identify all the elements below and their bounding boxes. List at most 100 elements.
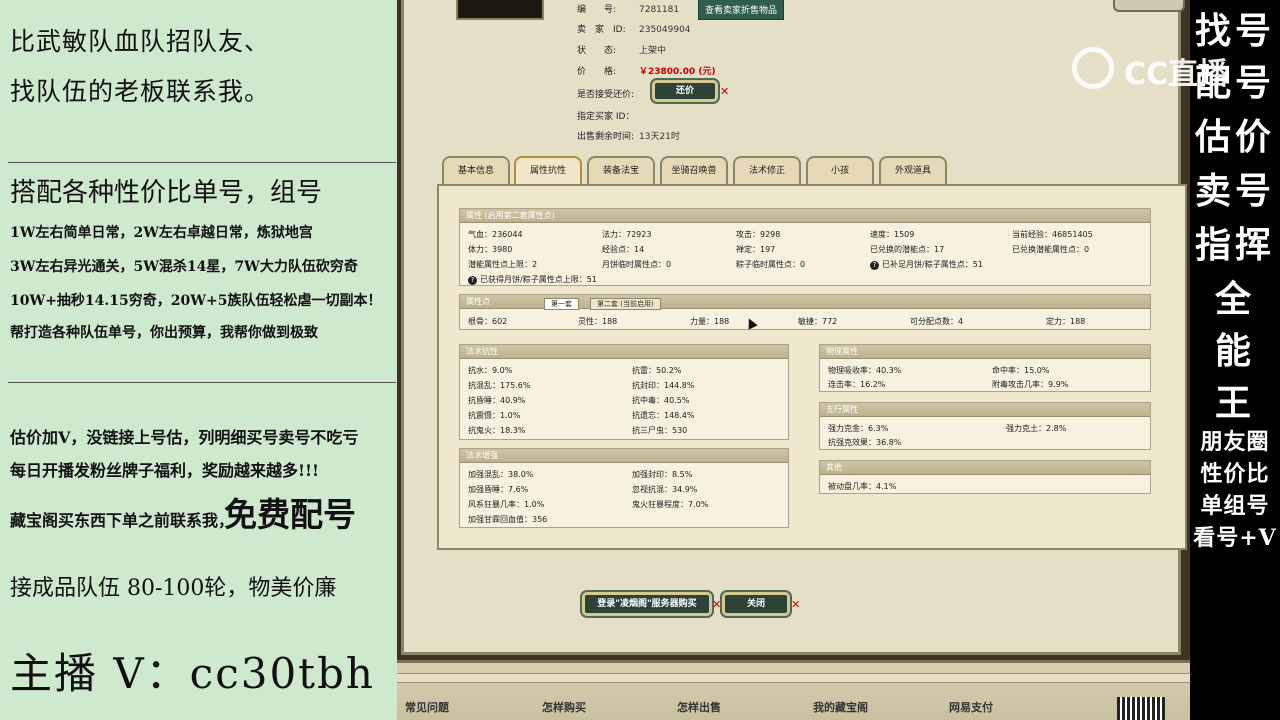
stat-cell: 攻击：9298 [736,230,781,239]
promo-line-6: 10W+抽秒14.15穷奇，20W+5族队伍轻松虐一切副本！ [10,293,382,309]
promo-line-7: 帮打造各种队伍单号，你出预算，我帮你做到极致 [10,325,318,341]
item-detail-frame: 编 号: 7281181 查看卖家折售物品 卖 家 ID: 235049904 状 … [401,0,1187,655]
promo-line-4: 1W左右简单日常，2W左右卓越日常，炼狱地宫 [10,225,313,241]
resist-cell: 抗中毒：40.5% [632,396,690,405]
promo-command: 指挥 [1194,224,1275,266]
stat-cell: 当前经验：46851405 [1012,230,1093,239]
panel-title: 其他 [820,461,1150,475]
promo-line-5: 3W左右异光通关，5W混杀14星，7W大力队伍砍穷奇 [10,259,358,275]
help-icon[interactable]: ? [870,261,879,270]
stat-cell: 速度：1509 [870,230,915,239]
physical-cell: 物理吸收率：40.3% [828,366,902,375]
point-cell: 定力：188 [1046,317,1086,326]
tab-basic-info[interactable]: 基本信息 [442,156,510,184]
promo-left-panel: 比武敏队血队招队友、 找队伍的老板联系我。 搭配各种性价比单号，组号 1W左右简… [0,0,397,720]
point-cell: 力量：188 [690,317,730,326]
resist-cell: 抗鬼火：18.3% [468,426,526,435]
panel-title: 属性 (启用第二套属性点) [460,209,1150,223]
promo-capable: 能 [1214,330,1255,372]
points-set-2-tab[interactable]: 第二套 (当前启用) [590,298,661,310]
tab-mounts-pets[interactable]: 坐骑召唤兽 [660,156,728,184]
physical-cell: 附毒攻击几率：9.9% [992,380,1069,389]
divider [8,382,396,383]
cc-live-logo: CC直播 [1072,45,1252,92]
resist-cell: 抗遗忘：148.4% [632,411,695,420]
tab-child[interactable]: 小孩 [806,156,874,184]
physical-cell: 连击率：16.2% [828,380,886,389]
close-x-icon: ✕ [712,598,722,611]
listing-status: 状 态: 上架中 [577,46,667,56]
point-cell: 可分配点数：4 [910,317,964,326]
resist-cell: 抗水：9.0% [468,366,513,375]
site-footer: 常见问题 怎样购买 怎样出售 我的藏宝阁 网易支付 [397,660,1190,720]
promo-line-10a: 藏宝阁买东西下单之前联系我， [10,511,235,530]
panel-title: 法术抗性 [460,345,788,359]
promo-single-group: 单组号 [1200,493,1270,519]
tab-attributes[interactable]: 属性抗性 [514,156,582,184]
promo-line-1: 比武敏队血队招队友、 [10,27,271,56]
tab-equipment[interactable]: 装备法宝 [587,156,655,184]
boost-cell: 加强混乱：38.0% [468,470,534,479]
streamer-contact: 主播 V：cc30tbh [10,649,375,698]
resist-cell: 抗雷：50.2% [632,366,682,375]
promo-king: 王 [1214,382,1255,424]
stat-cell: ? 已补足月饼/粽子属性点：51 [870,259,983,270]
promo-free-match: 免费配号 [224,495,356,534]
tab-appearance[interactable]: 外观道具 [879,156,947,184]
stat-cell: 月饼临时属性点：0 [602,260,672,269]
divider [8,162,396,163]
footer-divider [397,673,1190,683]
promo-view-account: 看号+V [1193,525,1277,551]
tab-spell-mods[interactable]: 法术修正 [733,156,801,184]
footer-netease-pay-link[interactable]: 网易支付 [949,699,993,715]
promo-all: 全 [1214,278,1255,320]
point-cell: 敏捷：772 [798,317,838,326]
spell-boost-panel: 法术增强 加强混乱：38.0% 加强封印：8.5% 加强昏睡：7.6% 忽视抗混… [459,448,789,528]
bargain-label: 是否接受还价: [577,90,635,100]
stat-cell: 体力：3980 [468,245,513,254]
footer-how-to-buy-link[interactable]: 怎样购买 [542,699,586,715]
promo-line-9: 每日开播发粉丝牌子福利，奖励越来越多!!! [10,461,320,480]
time-remaining: 出售剩余时间: 13天21时 [577,132,680,142]
boost-cell: 风系狂暴几率：1.0% [468,500,545,509]
boost-cell: 鬼火狂暴程度：7.0% [632,500,709,509]
footer-how-to-sell-link[interactable]: 怎样出售 [677,699,721,715]
five-elements-panel: 五行属性 强力克金：6.3% 强力克土：2.8% 抗强克效果：36.8% [819,402,1151,450]
points-set-1-tab[interactable]: 第一套 [544,298,579,310]
seller-id: 卖 家 ID: 235049904 [577,25,691,35]
cc-logo-icon [1072,47,1114,89]
resist-cell: 抗封印：144.8% [632,381,695,390]
promo-line-2: 找队伍的老板联系我。 [10,77,271,106]
help-icon[interactable]: ? [468,276,477,285]
boost-cell: 加强昏睡：7.6% [468,485,529,494]
promo-line-11: 接成品队伍 80-100轮，物美价廉 [10,576,337,601]
other-panel: 其他 被动盘几率：4.1% [819,460,1151,494]
resist-cell: 抗混乱：175.6% [468,381,531,390]
element-cell: 强力克土：2.8% [1006,424,1067,433]
close-x-icon: ✕ [791,598,801,611]
stat-cell: 法力：72923 [602,230,652,239]
close-button[interactable]: 关闭 [722,592,790,616]
next-page-button[interactable] [1113,0,1185,12]
qr-code-icon [1117,697,1165,720]
resist-cell: 抗昏睡：40.9% [468,396,526,405]
panel-title: 物理属性 [820,345,1150,359]
seller-items-button[interactable]: 查看卖家折售物品 [698,0,785,20]
panel-title: 五行属性 [820,403,1150,417]
attributes-content: 属性 (启用第二套属性点) 气血：236044 法力：72923 攻击：9298… [437,184,1187,550]
footer-my-treasure-link[interactable]: 我的藏宝阁 [813,699,868,715]
promo-right-strip: 找号 配号 估价 卖号 指挥 全 能 王 朋友圈 性价比 单组号 看号+V [1190,0,1280,720]
buy-on-server-button[interactable]: 登录"凌烟阁"服务器购买 [582,592,712,616]
listing-id: 编 号: 7281181 [577,5,680,15]
point-cell: 灵性：188 [578,317,618,326]
footer-faq-link[interactable]: 常见问题 [405,699,449,715]
stat-cell: 禅定：197 [736,245,776,254]
attributes-panel: 属性 (启用第二套属性点) 气血：236044 法力：72923 攻击：9298… [459,208,1151,286]
physical-panel: 物理属性 物理吸收率：40.3% 命中率：15.0% 连击率：16.2% 附毒攻… [819,344,1151,392]
physical-cell: 命中率：15.0% [992,366,1050,375]
resist-cell: 抗震慑：1.0% [468,411,521,420]
boost-cell: 加强封印：8.5% [632,470,693,479]
bargain-button[interactable]: 还价 [652,80,718,102]
close-x-icon: ✕ [720,85,730,98]
point-cell: 根骨：602 [468,317,508,326]
